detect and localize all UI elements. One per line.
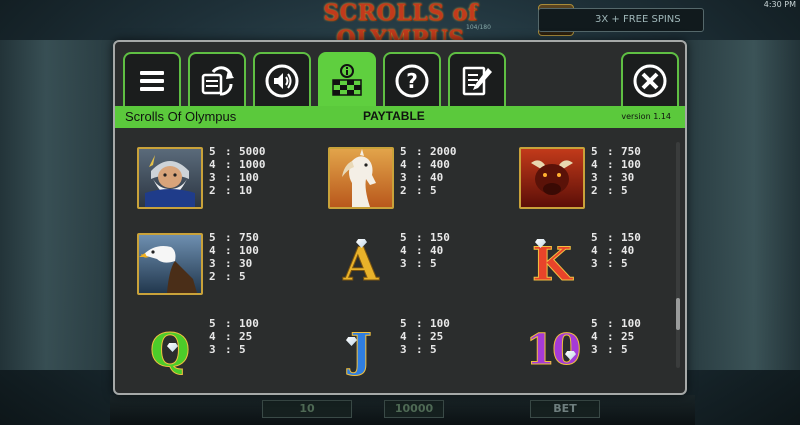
version-label: version 1.14 [621, 112, 671, 121]
autoplay-icon [201, 66, 234, 96]
paytable-entry-q: Q 5:100 4:25 3:5 [137, 317, 317, 389]
pay-row: 3:5 [591, 257, 628, 270]
letter-k: K [532, 237, 573, 291]
header-bar: Scrolls Of Olympus PAYTABLE version 1.14 [115, 106, 685, 128]
number-10: 10 [525, 325, 581, 374]
letter-q: Q [149, 323, 191, 377]
letter-k-symbol: K [519, 233, 585, 295]
pay-row: 2:5 [591, 184, 628, 197]
pay-list: 5:150 4:40 3:5 [591, 231, 641, 270]
pay-row: 5:150 [591, 231, 641, 244]
pay-row: 4:100 [591, 158, 641, 171]
pay-row: 2:10 [209, 184, 253, 197]
pay-row: 2:5 [400, 184, 437, 197]
pay-list: 5:5000 4:1000 3:100 2:10 [209, 145, 266, 197]
game-logo: SCROLLS of OLYMPUS [323, 0, 478, 52]
menu-button[interactable] [123, 52, 181, 108]
pay-row: 4:25 [400, 330, 444, 343]
history-icon [462, 66, 492, 96]
svg-text:?: ? [406, 69, 418, 93]
sound-button[interactable] [253, 52, 311, 108]
paytable-modal: ? Scrolls Of Olympus PAYTABLE version 1.… [113, 40, 687, 395]
pay-row: 3:5 [209, 343, 246, 356]
pay-row: 4:40 [591, 244, 635, 257]
paytable-entry-j: J 5:100 4:25 3:5 [328, 317, 508, 389]
pay-row: 4:400 [400, 158, 450, 171]
pay-row: 4:40 [400, 244, 444, 257]
menu-icon [140, 71, 164, 91]
pay-row: 3:5 [400, 343, 437, 356]
paytable-entry-10: 10 5:100 4:25 3:5 [519, 317, 699, 389]
pay-list: 5:150 4:40 3:5 [400, 231, 450, 270]
pay-row: 3:5 [591, 343, 628, 356]
pay-row: 4:100 [209, 244, 259, 257]
paytable-entry-pegasus: 5:2000 4:400 3:40 2:5 [328, 145, 508, 217]
pay-list: 5:100 4:25 3:5 [591, 317, 641, 356]
clock: 4:30 PM [763, 0, 796, 9]
bull-icon [519, 147, 585, 209]
letter-j: J [350, 323, 373, 377]
pegasus-icon [328, 147, 394, 209]
paytable-tab[interactable] [318, 52, 376, 108]
sound-icon [265, 64, 299, 98]
paytable-entry-k: K 5:150 4:40 3:5 [519, 231, 699, 303]
pay-row: 5:750 [591, 145, 641, 158]
pay-row: 5:750 [209, 231, 259, 244]
pay-list: 5:750 4:100 3:30 2:5 [209, 231, 259, 283]
paytable-entry-a: A 5:150 4:40 3:5 [328, 231, 508, 303]
paytable-entry-zeus: 5:5000 4:1000 3:100 2:10 [137, 145, 317, 217]
number-10-symbol: 10 [519, 319, 585, 381]
game-name: Scrolls Of Olympus [125, 109, 237, 124]
pay-row: 3:40 [400, 171, 444, 184]
close-icon [633, 64, 667, 98]
autoplay-button[interactable] [188, 52, 246, 108]
toolbar: ? [115, 42, 685, 108]
pay-row: 4:1000 [209, 158, 266, 171]
help-button[interactable]: ? [383, 52, 441, 108]
pay-list: 5:2000 4:400 3:40 2:5 [400, 145, 457, 197]
history-button[interactable] [448, 52, 506, 108]
background-temple-left [0, 40, 115, 370]
letter-j-symbol: J [328, 319, 394, 381]
zeus-icon [137, 147, 203, 209]
pay-row: 5:2000 [400, 145, 457, 158]
pay-row: 4:25 [209, 330, 253, 343]
letter-q-symbol: Q [137, 319, 203, 381]
pay-row: 2:5 [209, 270, 246, 283]
lines-field: 10 [262, 400, 352, 418]
paytable-icon [332, 64, 362, 96]
eagle-icon [137, 233, 203, 295]
pay-row: 3:100 [209, 171, 259, 184]
pay-list: 5:100 4:25 3:5 [400, 317, 450, 356]
pay-row: 5:150 [400, 231, 450, 244]
help-icon: ? [395, 64, 429, 98]
free-spins-banner: 3X + FREE SPINS [538, 8, 704, 32]
credit-field: 10000 [384, 400, 444, 418]
scrollbar-thumb[interactable] [676, 298, 680, 330]
pay-row: 5:100 [209, 317, 259, 330]
pay-row: 5:100 [400, 317, 450, 330]
pay-list: 5:100 4:25 3:5 [209, 317, 259, 356]
pay-list: 5:750 4:100 3:30 2:5 [591, 145, 641, 197]
pay-row: 5:100 [591, 317, 641, 330]
section-title: PAYTABLE [363, 109, 425, 123]
game-counter: 104/180 [466, 24, 491, 31]
pay-row: 3:30 [591, 171, 635, 184]
close-button[interactable] [621, 52, 679, 108]
bet-button[interactable]: BET [530, 400, 600, 418]
paytable-entry-bull: 5:750 4:100 3:30 2:5 [519, 145, 699, 217]
pay-row: 3:5 [400, 257, 437, 270]
scrollbar-track[interactable] [676, 142, 680, 368]
letter-a-symbol: A [328, 233, 394, 295]
letter-a: A [343, 237, 380, 291]
paytable-entry-eagle: 5:750 4:100 3:30 2:5 [137, 231, 317, 303]
pay-row: 3:30 [209, 257, 253, 270]
pay-row: 5:5000 [209, 145, 266, 158]
pay-row: 4:25 [591, 330, 635, 343]
background-temple-right [685, 40, 800, 370]
